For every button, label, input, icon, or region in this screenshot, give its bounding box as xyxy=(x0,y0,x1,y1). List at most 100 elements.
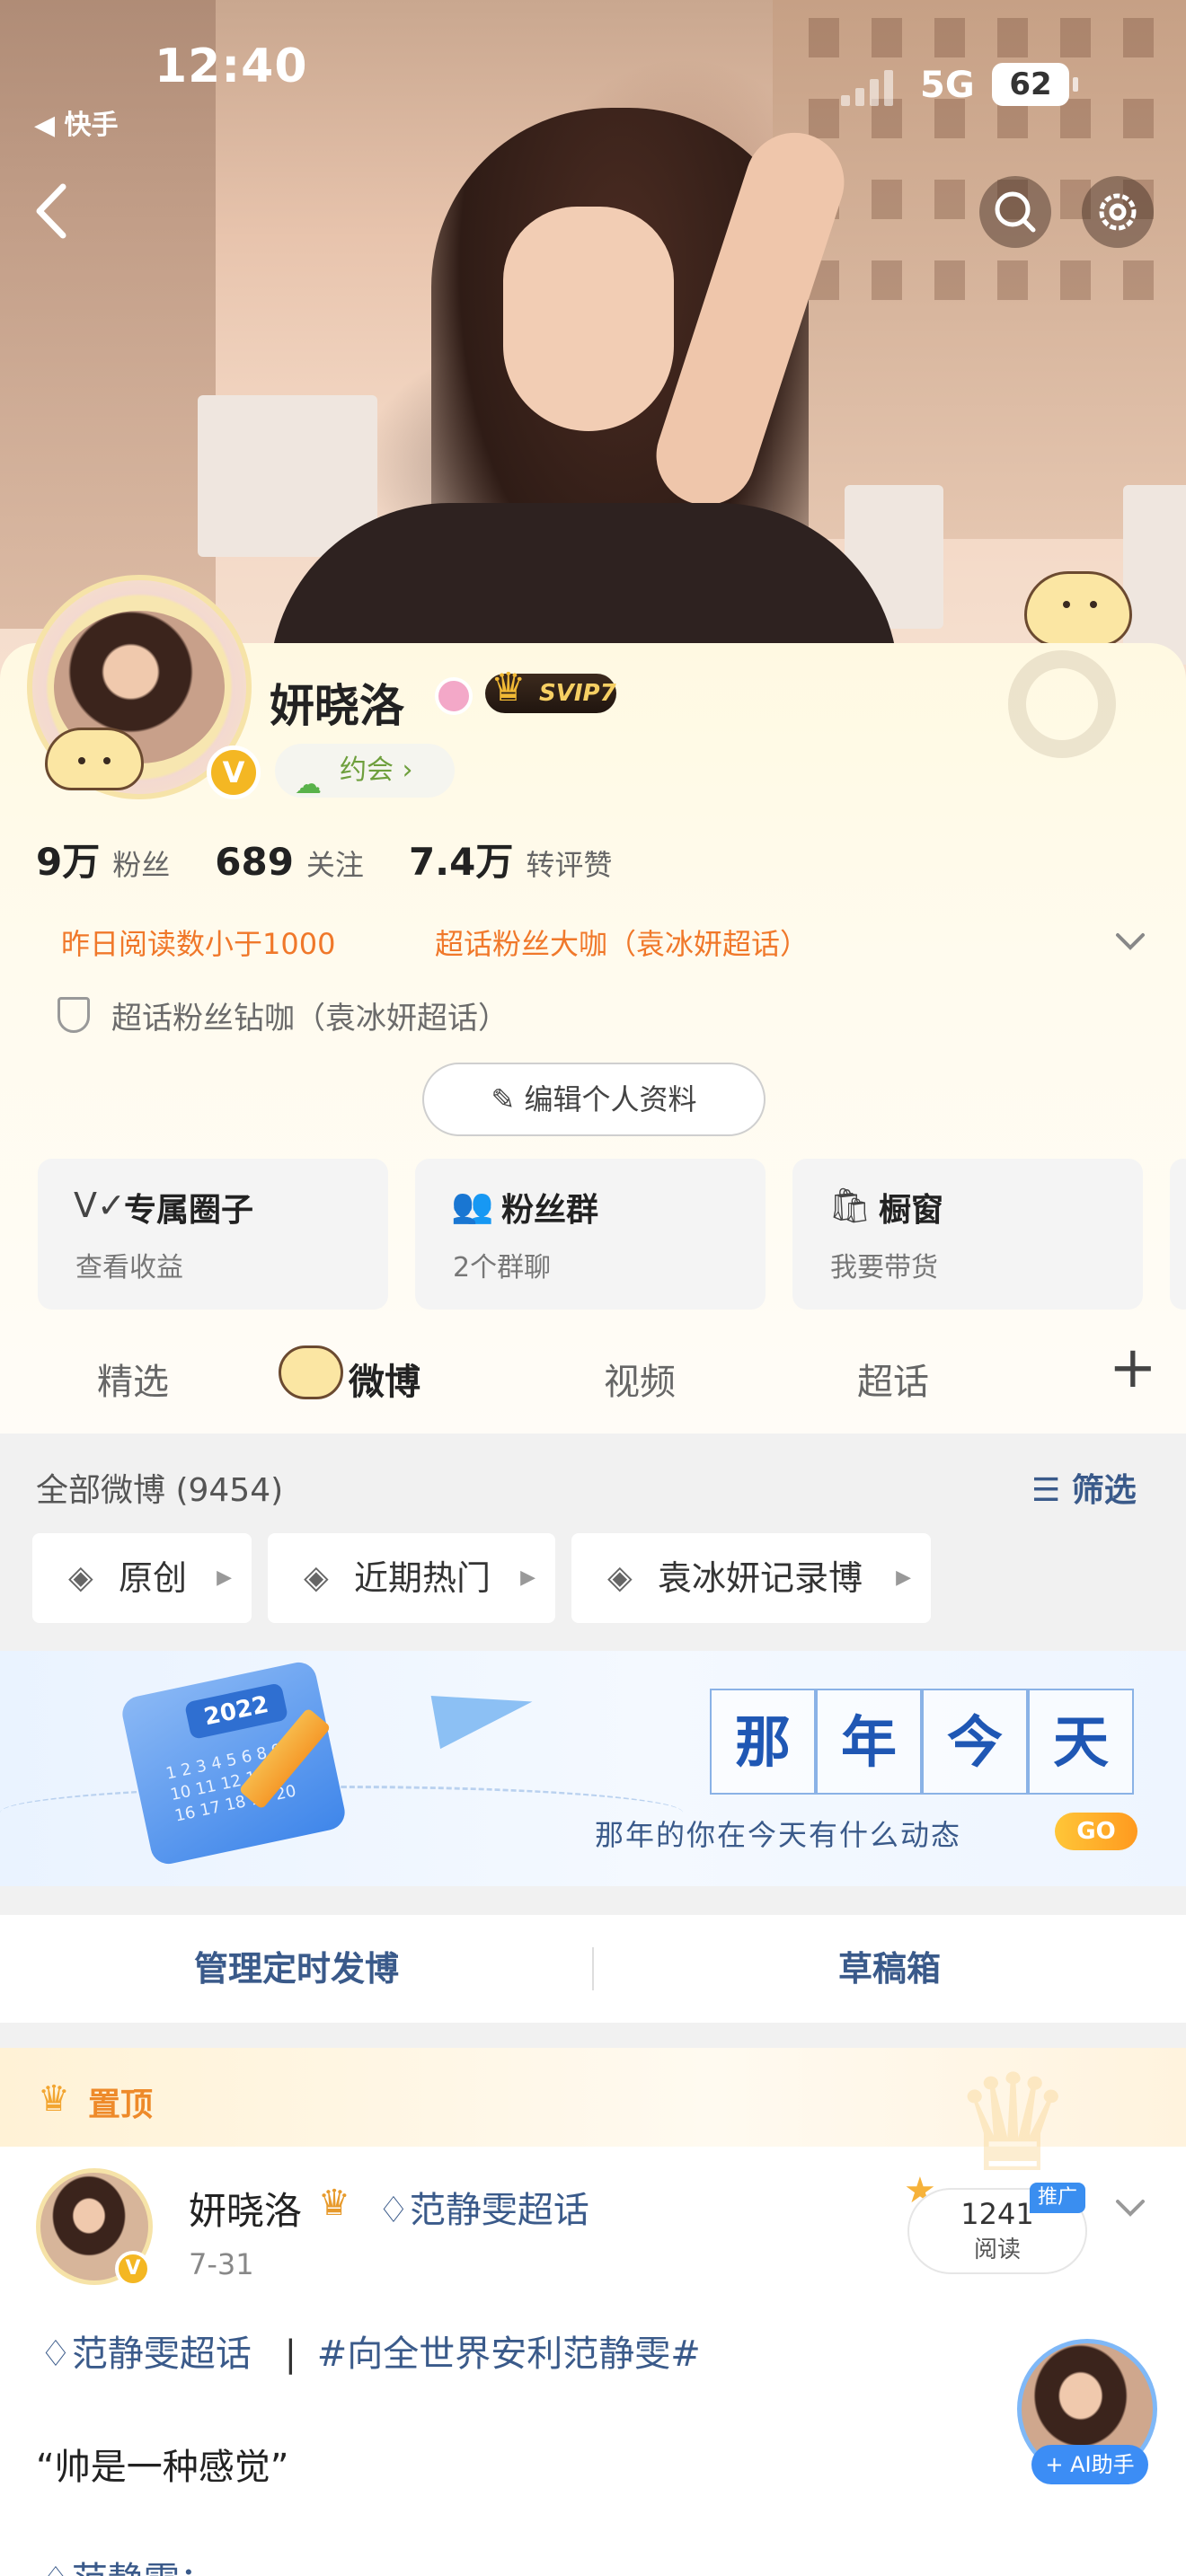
chip-original[interactable]: ◈ 原创 ▶ xyxy=(32,1533,252,1623)
super-fan-tag[interactable]: 超话粉丝大咖（袁冰妍超话） xyxy=(435,922,809,963)
caret-right-icon: ▶ xyxy=(217,1566,232,1589)
followers-count[interactable]: 9万 xyxy=(36,832,100,887)
cover-wall xyxy=(0,0,216,629)
signal-icon xyxy=(841,68,897,106)
chip-label: 袁冰妍记录博 xyxy=(658,1558,863,1598)
all-posts-count: 全部微博 (9454) xyxy=(36,1472,284,1509)
caret-right-icon: ▶ xyxy=(520,1566,535,1589)
separator: | xyxy=(284,2333,297,2375)
go-button[interactable]: GO xyxy=(1055,1813,1137,1850)
drafts-button[interactable]: 草稿箱 xyxy=(593,1915,1186,2023)
paper-plane-icon xyxy=(430,1678,538,1750)
reads-tag[interactable]: 昨日阅读数小于1000 xyxy=(61,922,335,963)
likes-label[interactable]: 转评赞 xyxy=(526,842,612,884)
edit-profile-button[interactable]: ✎ 编辑个人资料 xyxy=(422,1063,766,1136)
pompompurin-sticker xyxy=(45,728,144,790)
crown-icon: ♛ xyxy=(318,2183,350,2224)
cloud-icon: ☁ xyxy=(295,769,322,800)
title-char: 天 xyxy=(1028,1689,1134,1795)
tab-super-topic[interactable]: 超话 xyxy=(857,1353,929,1405)
donut-icon[interactable] xyxy=(1008,650,1116,758)
chip-record-posts[interactable]: ◈ 袁冰妍记录博 ▶ xyxy=(571,1533,931,1623)
following-count[interactable]: 689 xyxy=(215,840,294,884)
chevron-down-icon[interactable] xyxy=(1114,925,1146,961)
tool-title: 专属圈子 xyxy=(124,1192,254,1229)
post-topic-link[interactable]: ♢范静雯超话 xyxy=(377,2181,589,2233)
tool-subtitle: 查看收益 xyxy=(75,1252,183,1284)
ai-assistant-button[interactable]: + AI助手 xyxy=(1031,2445,1148,2484)
gear-icon xyxy=(1099,193,1137,231)
chevron-left-icon[interactable] xyxy=(27,180,90,243)
read-label: 阅读 xyxy=(973,2236,1021,2263)
avatar[interactable]: V xyxy=(27,575,261,799)
pompompurin-sticker xyxy=(279,1345,343,1399)
post-author[interactable]: 妍晓洛 xyxy=(189,2181,302,2236)
tool-title: 粉丝群 xyxy=(501,1192,599,1229)
post-topic-tag[interactable]: ♢范静雯超话 xyxy=(40,2333,252,2375)
scheduled-posts-button[interactable]: 管理定时发博 xyxy=(0,1915,593,2023)
tool-subtitle: 2个群聊 xyxy=(453,1252,552,1284)
tool-card-showcase[interactable]: 🛍 橱窗 我要带货 xyxy=(792,1159,1143,1310)
promote-badge[interactable]: 推广 xyxy=(1030,2183,1085,2213)
search-button[interactable] xyxy=(979,176,1051,248)
post-actions-bar: 管理定时发博 草稿箱 xyxy=(0,1915,1186,2023)
post-line-1: ♢范静雯超话 | #向全世界安利范静雯# xyxy=(40,2325,701,2377)
profile-name: 妍晓洛 xyxy=(270,680,404,732)
banner-subtitle: 那年的你在今天有什么动态 xyxy=(595,1818,962,1852)
post-date: 7-31 xyxy=(189,2247,254,2281)
tool-title: 橱窗 xyxy=(879,1192,944,1229)
caret-right-icon: ▶ xyxy=(896,1566,911,1589)
dating-chip-label: 约会 › xyxy=(340,754,413,786)
svip-badge[interactable]: SVIP7 xyxy=(485,668,616,713)
search-icon xyxy=(995,191,1036,233)
filter-button[interactable]: ☰ 筛选 xyxy=(1031,1464,1137,1511)
network-type: 5G xyxy=(920,65,975,106)
shopping-bag-icon: 🛍 xyxy=(828,1186,872,1225)
verified-badge-icon: V xyxy=(207,745,261,799)
diamond-fan-badge[interactable]: 超话粉丝钻咖（袁冰妍超话） xyxy=(111,993,509,1037)
add-tab-icon[interactable]: + xyxy=(1109,1335,1157,1401)
title-char: 那 xyxy=(710,1689,816,1795)
likes-count[interactable]: 7.4万 xyxy=(409,832,513,887)
profile-tabs: 精选 微博 视频 超话 + xyxy=(0,1326,1186,1434)
post-peek-text[interactable]: ♢范静雯： xyxy=(40,2551,216,2576)
tab-weibo[interactable]: 微博 xyxy=(349,1353,420,1405)
status-time: 12:40 xyxy=(155,40,308,93)
layers-icon: ◈ xyxy=(304,1559,329,1596)
super-topic-badge-icon[interactable] xyxy=(435,677,473,715)
tool-card-next[interactable] xyxy=(1170,1159,1186,1310)
shield-icon xyxy=(58,997,90,1033)
group-icon: 👥 xyxy=(451,1186,494,1225)
title-char: 今 xyxy=(922,1689,1028,1795)
settings-button[interactable] xyxy=(1082,176,1154,248)
dating-chip[interactable]: ☁ 约会 › xyxy=(275,744,455,800)
tool-card-circle[interactable]: V✓ 专属圈子 查看收益 xyxy=(38,1159,388,1310)
back-to-app-link[interactable]: ◀ 快手 xyxy=(34,102,119,142)
tab-videos[interactable]: 视频 xyxy=(604,1353,676,1405)
circle-icon: V✓ xyxy=(74,1186,126,1225)
layers-icon: ◈ xyxy=(68,1559,93,1596)
followers-label[interactable]: 粉丝 xyxy=(112,842,170,884)
calendar-year: 2022 xyxy=(183,1682,289,1741)
pinned-post[interactable]: ♛ 置顶 ♛ V 妍晓洛 ♛ ♢范静雯超话 7-31 ★ 1241 阅读 推广 … xyxy=(0,2048,1186,2576)
tool-card-fan-group[interactable]: 👥 粉丝群 2个群聊 xyxy=(415,1159,766,1310)
crown-icon: ♛ xyxy=(38,2078,70,2120)
tab-featured[interactable]: 精选 xyxy=(97,1353,169,1405)
layers-icon: ◈ xyxy=(607,1559,633,1596)
title-char: 年 xyxy=(816,1689,922,1795)
chip-label: 原创 xyxy=(119,1558,188,1598)
cover-person-face xyxy=(503,207,674,431)
cover-ac-unit xyxy=(1123,485,1186,665)
pinned-header: ♛ 置顶 ♛ xyxy=(0,2048,1186,2192)
crown-watermark-icon: ♛ xyxy=(952,2046,1074,2202)
cover-building xyxy=(773,0,1186,539)
verified-badge-icon: V xyxy=(115,2251,151,2287)
on-this-day-banner[interactable]: 2022 1 2 3 4 5 6 8 9 10 11 12 13 15 16 1… xyxy=(0,1651,1186,1886)
chevron-down-icon[interactable] xyxy=(1114,2192,1146,2228)
following-label[interactable]: 关注 xyxy=(306,842,364,884)
post-quote: “帅是一种感觉” xyxy=(36,2447,289,2488)
post-hashtag[interactable]: #向全世界安利范静雯# xyxy=(317,2333,701,2375)
battery-icon: 62 xyxy=(992,63,1078,106)
chip-recent-hot[interactable]: ◈ 近期热门 ▶ xyxy=(268,1533,555,1623)
on-this-day-title: 那 年 今 天 xyxy=(710,1689,1134,1795)
